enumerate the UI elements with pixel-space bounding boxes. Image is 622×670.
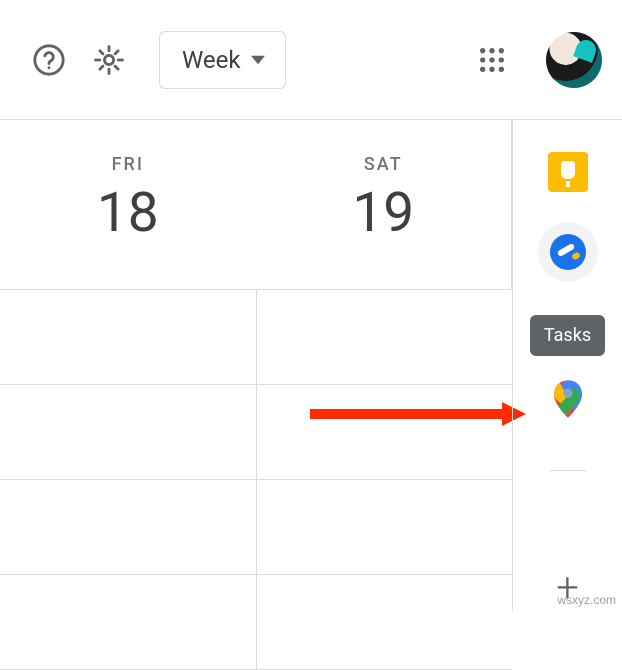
day-of-week: FRI xyxy=(0,154,256,175)
day-of-week: SAT xyxy=(256,154,512,175)
settings-button[interactable] xyxy=(85,36,133,84)
side-divider xyxy=(550,470,586,471)
time-row[interactable] xyxy=(0,575,512,670)
google-apps-button[interactable] xyxy=(468,36,516,84)
account-avatar[interactable] xyxy=(546,32,602,88)
day-column-header[interactable]: SAT 19 xyxy=(256,120,513,289)
calendar-grid: FRI 18 SAT 19 xyxy=(0,120,512,611)
tooltip: Tasks xyxy=(530,315,605,356)
view-selector[interactable]: Week xyxy=(159,31,286,89)
watermark: wsxyz.com xyxy=(557,593,616,607)
view-label: Week xyxy=(182,46,241,74)
keep-button[interactable] xyxy=(548,152,588,192)
support-button[interactable] xyxy=(25,36,73,84)
gear-icon xyxy=(92,43,126,77)
tasks-button[interactable] xyxy=(538,222,598,282)
day-number[interactable]: 18 xyxy=(0,181,256,245)
tasks-icon xyxy=(550,234,586,270)
apps-grid-icon xyxy=(478,46,506,74)
help-icon xyxy=(32,43,66,77)
day-number[interactable]: 19 xyxy=(256,181,512,245)
side-panel: Tasks + xyxy=(512,120,622,611)
chevron-down-icon xyxy=(251,53,265,67)
maps-button[interactable] xyxy=(554,380,582,418)
time-row[interactable] xyxy=(0,480,512,575)
day-column-header[interactable]: FRI 18 xyxy=(0,120,256,289)
time-row[interactable] xyxy=(0,385,512,480)
time-row[interactable] xyxy=(0,290,512,385)
